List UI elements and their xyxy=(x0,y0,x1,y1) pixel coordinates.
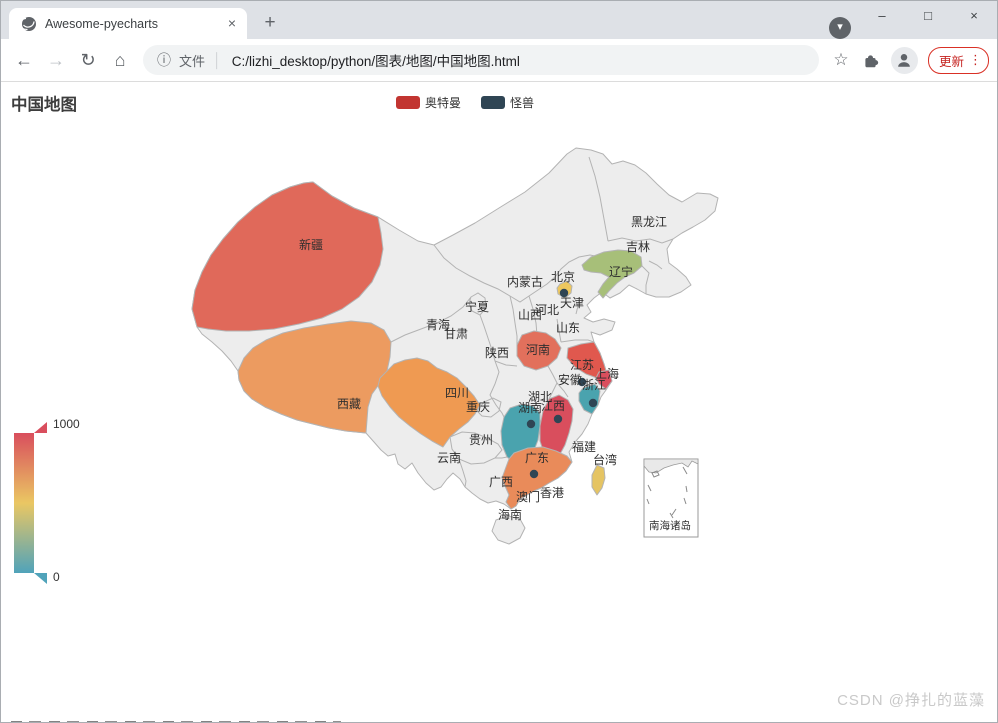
person-icon xyxy=(895,51,913,69)
page-content: 中国地图 奥特曼 怪兽 xyxy=(1,82,997,723)
browser-window: Awesome-pyecharts × + ▾ – □ × ← → ↻ ⌂ ⓘ … xyxy=(0,0,998,723)
map-label-shandong: 山东 xyxy=(556,321,580,335)
browser-toolbar: ← → ↻ ⌂ ⓘ 文件 │ C:/lizhi_desktop/python/图… xyxy=(1,39,997,82)
map-label-heilongjiang: 黑龙江 xyxy=(631,215,667,229)
province-taiwan[interactable] xyxy=(592,465,605,495)
browser-titlebar: Awesome-pyecharts × + ▾ – □ × xyxy=(1,1,997,39)
map-label-zhejiang: 浙江 xyxy=(582,378,606,392)
browser-tab[interactable]: Awesome-pyecharts × xyxy=(9,8,247,39)
map-label-gansu: 甘肃 xyxy=(444,327,468,341)
map-label-beijing: 北京 xyxy=(551,270,575,284)
address-bar[interactable]: ⓘ 文件 │ C:/lizhi_desktop/python/图表/地图/中国地… xyxy=(143,45,819,75)
map-label-shaanxi: 陕西 xyxy=(485,345,509,360)
map-label-xinjiang: 新疆 xyxy=(299,237,323,252)
chrome-update-button[interactable]: 更新 ⋮ xyxy=(928,47,989,74)
map-label-hunan: 湖南 xyxy=(518,400,542,415)
map-label-tianjin: 天津 xyxy=(560,296,584,310)
scatter-point[interactable] xyxy=(530,470,538,478)
url-text[interactable]: C:/lizhi_desktop/python/图表/地图/中国地图.html xyxy=(232,50,520,70)
map-label-shanxi: 山西 xyxy=(518,308,542,322)
window-controls: – □ × xyxy=(859,1,997,31)
page-info-icon[interactable]: ⓘ xyxy=(157,50,171,70)
map-label-guangxi: 广西 xyxy=(489,475,513,489)
url-scheme-label: 文件 xyxy=(179,51,205,70)
visualmap-gradient-bar[interactable] xyxy=(14,433,34,573)
map-label-hainan: 海南 xyxy=(498,507,522,522)
minimize-button[interactable]: – xyxy=(859,1,905,31)
map-label-sichuan: 四川 xyxy=(445,386,469,400)
puzzle-icon xyxy=(862,52,879,69)
reload-button[interactable]: ↻ xyxy=(73,45,103,75)
map-label-xianggang: 香港 xyxy=(540,486,564,500)
map-label-jiangxi: 江西 xyxy=(541,399,565,413)
bookmark-star-icon[interactable]: ☆ xyxy=(827,46,855,74)
csdn-watermark: CSDN @挣扎的蓝藻 xyxy=(837,689,985,710)
tab-title: Awesome-pyecharts xyxy=(45,17,223,31)
map-label-xizang: 西藏 xyxy=(337,397,361,411)
extensions-puzzle-icon[interactable] xyxy=(857,46,885,74)
map-label-yunnan: 云南 xyxy=(437,450,461,465)
forward-button[interactable]: → xyxy=(41,45,71,75)
new-tab-button[interactable]: + xyxy=(257,10,283,36)
visualmap-max-label: 1000 xyxy=(53,417,80,431)
map-label-fujian: 福建 xyxy=(572,439,596,454)
map-label-chongqing: 重庆 xyxy=(466,400,490,414)
scatter-point[interactable] xyxy=(589,399,597,407)
home-button[interactable]: ⌂ xyxy=(105,45,135,75)
profile-avatar[interactable] xyxy=(891,47,918,74)
download-status-icon[interactable]: ▾ xyxy=(829,17,851,39)
map-label-jiangsu: 江苏 xyxy=(570,358,594,372)
map-label-aomen: 澳门 xyxy=(516,489,540,504)
map-label-ningxia: 宁夏 xyxy=(465,299,489,314)
china-map: 新疆西藏青海甘肃宁夏内蒙古黑龙江吉林辽宁北京天津河北山西山东陕西河南江苏上海安徽… xyxy=(1,82,997,723)
scatter-point[interactable] xyxy=(527,420,535,428)
map-label-neimenggu: 内蒙古 xyxy=(507,274,543,289)
map-label-nanhai: 南海诸岛 xyxy=(649,519,691,532)
tab-close-icon[interactable]: × xyxy=(223,15,241,33)
menu-dots-icon[interactable]: ⋮ xyxy=(969,52,982,68)
map-label-jilin: 吉林 xyxy=(626,240,650,254)
maximize-button[interactable]: □ xyxy=(905,1,951,31)
update-label: 更新 xyxy=(939,51,964,70)
close-button[interactable]: × xyxy=(951,1,997,31)
map-label-henan: 河南 xyxy=(526,342,550,357)
map-label-guangdong: 广东 xyxy=(525,451,549,465)
visualmap-min-label: 0 xyxy=(53,570,60,584)
map-label-anhui: 安徽 xyxy=(558,372,582,387)
map-label-liaoning: 辽宁 xyxy=(609,264,633,279)
scatter-point[interactable] xyxy=(554,415,562,423)
map-label-taiwan: 台湾 xyxy=(593,452,617,467)
back-button[interactable]: ← xyxy=(9,45,39,75)
address-divider: │ xyxy=(213,52,222,68)
tab-favicon-globe-icon xyxy=(21,16,37,32)
map-label-guizhou: 贵州 xyxy=(469,433,493,447)
